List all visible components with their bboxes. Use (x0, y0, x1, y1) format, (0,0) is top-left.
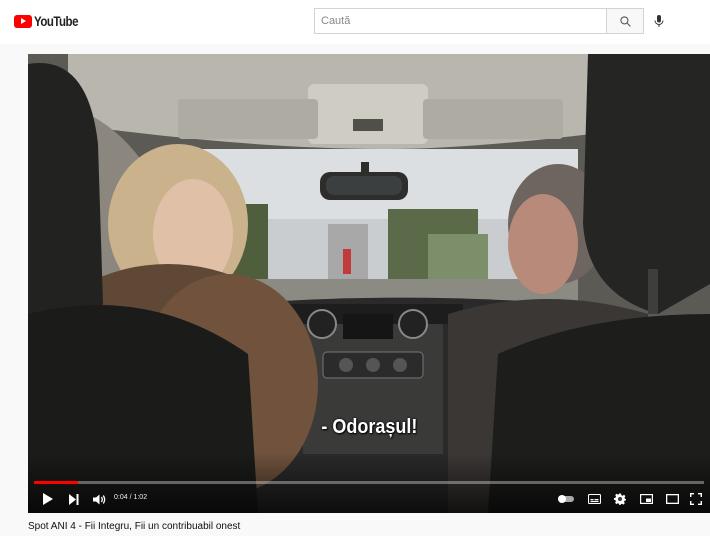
progress-bar[interactable] (34, 481, 704, 484)
search-box (314, 8, 644, 34)
autoplay-toggle-icon (558, 495, 574, 503)
subtitles-icon (587, 494, 601, 504)
next-button[interactable] (64, 490, 82, 508)
theater-mode-icon (665, 494, 679, 504)
volume-icon (92, 494, 105, 504)
youtube-logo[interactable]: YouTube (14, 13, 88, 29)
subtitles-button[interactable] (584, 490, 604, 508)
logo-text: YouTube (34, 13, 78, 29)
voice-search-button[interactable] (648, 10, 670, 32)
search-icon (619, 15, 631, 27)
video-player[interactable]: - Odorașul! 0:04 / 1:02 (28, 54, 710, 513)
microphone-icon (654, 15, 664, 27)
caption-text: - Odorașul! (320, 416, 417, 438)
video-title: Spot ANI 4 - Fii Integru, Fii un contrib… (28, 521, 241, 532)
play-icon (42, 493, 53, 505)
masthead: YouTube (0, 0, 710, 44)
progress-played (34, 481, 78, 484)
fullscreen-button[interactable] (686, 490, 706, 508)
fullscreen-icon (690, 493, 702, 505)
skip-next-icon (68, 493, 78, 505)
youtube-play-icon (14, 14, 32, 28)
subtitle-caption: - Odorașul! (28, 416, 710, 439)
miniplayer-button[interactable] (636, 490, 656, 508)
miniplayer-icon (639, 494, 653, 504)
theater-mode-button[interactable] (662, 490, 682, 508)
settings-button[interactable] (610, 490, 630, 508)
mute-button[interactable] (90, 490, 108, 508)
play-button[interactable] (38, 490, 56, 508)
video-frame (28, 54, 710, 513)
search-input[interactable] (314, 8, 606, 34)
gear-icon (614, 493, 626, 505)
search-button[interactable] (606, 8, 644, 34)
time-display: 0:04 / 1:02 (114, 494, 148, 501)
autoplay-toggle[interactable] (556, 490, 576, 508)
